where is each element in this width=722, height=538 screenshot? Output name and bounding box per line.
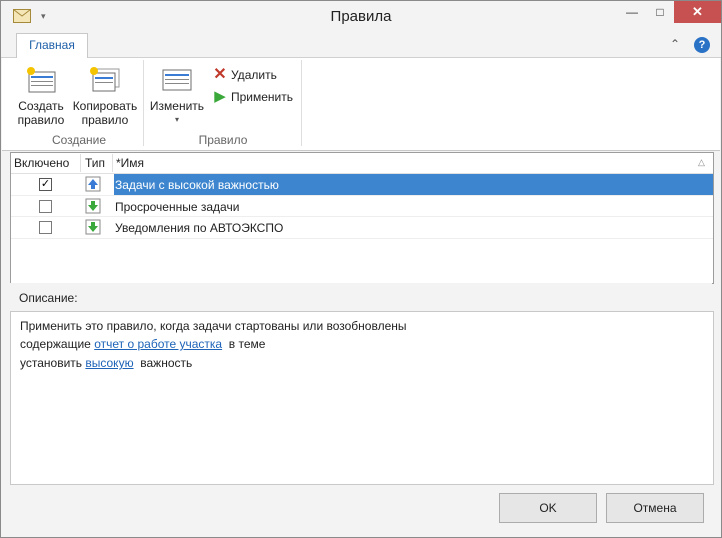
description-text: содержащие <box>20 337 91 351</box>
description-line-3: установить высокую важность <box>20 356 192 370</box>
rule-name: Уведомления по АВТОЭКСПО <box>115 221 284 235</box>
group-rule-label: Правило <box>198 133 248 147</box>
copy-rule-icon <box>90 67 120 92</box>
change-rule-button[interactable]: Изменить ▾ <box>148 64 206 127</box>
copy-rule-label-1: Копировать <box>72 99 138 113</box>
rules-table: Включено Тип *Имя △ ✓ Задачи с высокой в… <box>10 152 714 284</box>
column-header-name[interactable]: *Имя <box>116 156 144 170</box>
notification-rule-icon <box>85 219 101 235</box>
column-header-enabled[interactable]: Включено <box>14 156 69 170</box>
table-row[interactable]: Просроченные задачи <box>11 195 713 217</box>
enabled-checkbox[interactable] <box>39 200 52 213</box>
description-text: в теме <box>228 337 266 351</box>
enabled-checkbox[interactable] <box>39 221 52 234</box>
ribbon-separator <box>143 60 144 146</box>
sort-asc-icon: △ <box>698 157 705 167</box>
apply-rule-button[interactable]: ▶ Применить <box>212 87 293 105</box>
rule-name: Просроченные задачи <box>115 200 240 214</box>
description-panel: Применить это правило, когда задачи стар… <box>10 311 714 485</box>
column-header-type[interactable]: Тип <box>85 156 105 170</box>
minimize-button[interactable]: — <box>618 1 646 23</box>
column-divider[interactable] <box>80 154 81 172</box>
create-rule-button[interactable]: Создать правило <box>16 64 66 127</box>
cancel-button[interactable]: Отмена <box>606 493 704 523</box>
maximize-button[interactable]: □ <box>646 1 674 23</box>
edit-rule-icon <box>162 69 192 91</box>
play-icon: ▶ <box>214 88 226 105</box>
help-icon[interactable]: ? <box>694 37 710 53</box>
ribbon-separator <box>301 60 302 146</box>
description-text: важность <box>140 356 193 370</box>
description-label: Описание: <box>19 291 78 305</box>
priority-value-link[interactable]: высокую <box>85 356 133 370</box>
description-header: Описание: <box>10 283 712 311</box>
rules-dialog: ▾ Правила — □ ✕ Главная ⌃ ? Создать прав… <box>0 0 722 538</box>
copy-rule-label-2: правило <box>81 113 129 127</box>
group-create-label: Создание <box>51 133 107 147</box>
table-row[interactable]: Уведомления по АВТОЭКСПО <box>11 216 713 239</box>
description-text: установить <box>20 356 83 370</box>
rule-name: Задачи с высокой важностью <box>115 178 279 192</box>
collapse-ribbon-icon[interactable]: ⌃ <box>670 37 680 51</box>
window-title: Правила <box>330 8 392 25</box>
delete-rule-button[interactable]: ✕ Удалить <box>212 64 277 84</box>
copy-rule-button[interactable]: Копировать правило <box>70 64 140 127</box>
table-header: Включено Тип *Имя △ <box>11 153 713 174</box>
tab-home[interactable]: Главная <box>16 33 88 58</box>
close-button[interactable]: ✕ <box>674 1 721 23</box>
new-rule-icon <box>27 67 56 93</box>
title-bar: ▾ Правила — □ ✕ <box>1 1 721 32</box>
enabled-checkbox[interactable]: ✓ <box>39 178 52 191</box>
ribbon: Создать правило Копировать правило Созда… <box>2 58 720 151</box>
high-priority-rule-icon <box>85 176 101 192</box>
chevron-down-icon: ▾ <box>174 115 179 124</box>
create-rule-label-1: Создать <box>18 99 64 113</box>
delete-rule-label: Удалить <box>231 68 277 82</box>
ribbon-tabstrip: Главная <box>1 32 721 58</box>
delete-icon: ✕ <box>213 66 227 83</box>
description-line-1: Применить это правило, когда задачи стар… <box>20 319 407 333</box>
column-divider[interactable] <box>112 154 113 172</box>
create-rule-label-2: правило <box>17 113 65 127</box>
description-line-2: содержащие отчет о работе участка в теме <box>20 337 265 351</box>
apply-rule-label: Применить <box>231 90 294 104</box>
table-row[interactable]: ✓ Задачи с высокой важностью <box>11 174 713 195</box>
subject-condition-link[interactable]: отчет о работе участка <box>94 337 222 351</box>
ok-button[interactable]: OK <box>499 493 597 523</box>
change-rule-label: Изменить <box>149 99 205 113</box>
overdue-rule-icon <box>85 198 101 214</box>
